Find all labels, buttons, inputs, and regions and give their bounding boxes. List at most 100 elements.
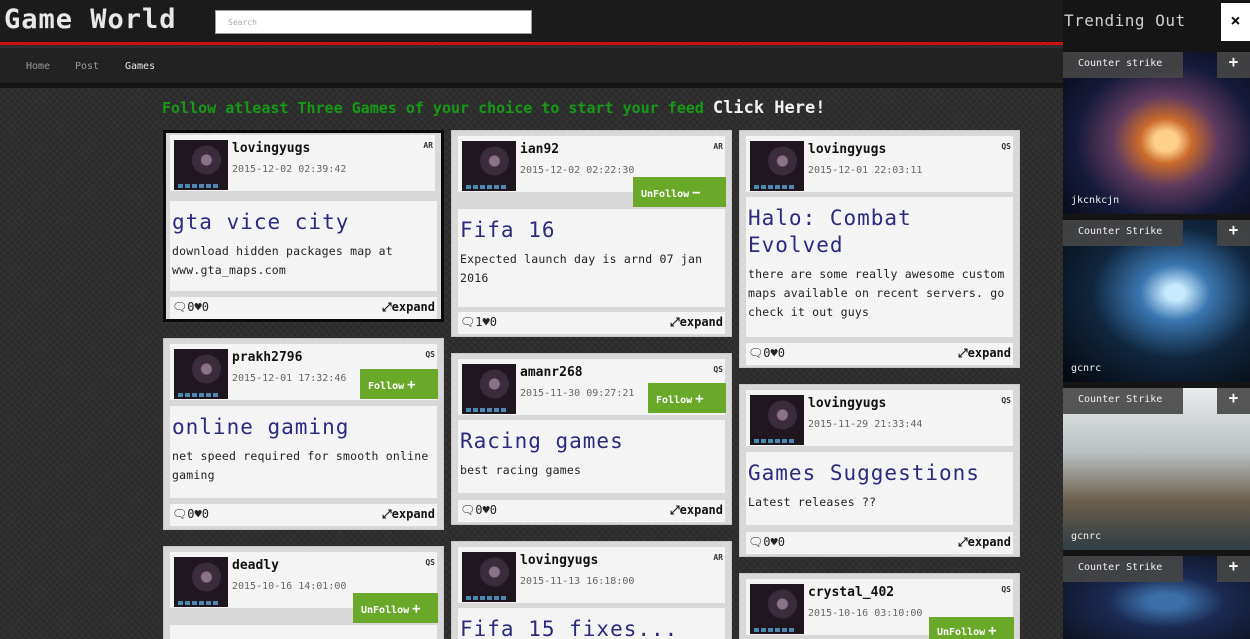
banner-text: Follow atleast Three Games of your choic… bbox=[162, 99, 704, 117]
post-footer: 🗨0♥0 ⤢expand bbox=[458, 500, 725, 522]
game-thumbnail bbox=[750, 141, 804, 191]
trending-item[interactable]: Counter Strike + gcnrc bbox=[1063, 388, 1250, 550]
post-title[interactable]: Racing games bbox=[460, 428, 723, 455]
search-input[interactable] bbox=[215, 10, 532, 34]
unfollow-button[interactable]: UnFollow + bbox=[353, 593, 438, 623]
post-header: lovingyugs 2015-11-29 21:33:44 QS bbox=[746, 390, 1013, 446]
expand-button[interactable]: ⤢expand bbox=[958, 535, 1011, 550]
post-username[interactable]: lovingyugs bbox=[808, 142, 886, 157]
post-footer: 🗨0♥0 ⤢expand bbox=[746, 532, 1013, 554]
plus-icon[interactable]: + bbox=[1217, 220, 1250, 246]
post-username[interactable]: lovingyugs bbox=[808, 396, 886, 411]
post-tag: AR bbox=[713, 142, 723, 151]
comment-icon[interactable]: 🗨 bbox=[172, 507, 187, 521]
post-username[interactable]: ian92 bbox=[520, 142, 559, 157]
unfollow-button[interactable]: UnFollow + bbox=[929, 617, 1014, 639]
post-title[interactable]: gta vice city bbox=[172, 209, 435, 236]
expand-button[interactable]: ⤢expand bbox=[670, 503, 723, 518]
comment-icon[interactable]: 🗨 bbox=[172, 300, 187, 314]
post-stats: 🗨0♥0 bbox=[460, 503, 497, 517]
unfollow-button[interactable]: UnFollow − bbox=[633, 177, 726, 207]
plus-icon[interactable]: + bbox=[1217, 52, 1250, 78]
banner-link[interactable]: Click Here! bbox=[713, 98, 826, 118]
post-timestamp: 2015-12-02 02:39:42 bbox=[232, 164, 347, 175]
post-body: Fifa 16 Expected launch day is arnd 07 j… bbox=[458, 209, 725, 307]
post-tag: QS bbox=[1001, 396, 1011, 405]
trending-item[interactable]: Counter Strike + gcnrc bbox=[1063, 220, 1250, 382]
expand-button[interactable]: ⤢expand bbox=[382, 300, 435, 315]
post-username[interactable]: lovingyugs bbox=[232, 141, 310, 156]
expand-button[interactable]: ⤢expand bbox=[670, 315, 723, 330]
game-thumbnail bbox=[174, 557, 228, 607]
post-card[interactable]: ian92 2015-12-02 02:22:30 AR UnFollow − F… bbox=[451, 130, 732, 337]
trending-label: Counter Strike bbox=[1063, 220, 1183, 246]
post-username[interactable]: deadly bbox=[232, 558, 279, 573]
post-title[interactable]: Fifa 16 bbox=[460, 217, 723, 244]
follow-button[interactable]: Follow + bbox=[648, 383, 726, 413]
post-header: lovingyugs 2015-11-13 16:18:00 AR bbox=[458, 547, 725, 603]
comment-icon[interactable]: 🗨 bbox=[460, 315, 475, 329]
post-card[interactable]: lovingyugs 2015-12-01 22:03:11 QS Halo: … bbox=[739, 130, 1020, 368]
trending-label: Counter strike bbox=[1063, 52, 1183, 78]
comment-icon[interactable]: 🗨 bbox=[748, 535, 763, 549]
close-icon[interactable]: × bbox=[1221, 3, 1250, 41]
trending-sidebar: Trending Out × Counter strike + jkcnkcjn… bbox=[1063, 0, 1250, 639]
post-card[interactable]: lovingyugs 2015-11-13 16:18:00 AR Fifa 1… bbox=[451, 541, 732, 639]
post-tag: AR bbox=[713, 553, 723, 562]
heart-icon[interactable]: ♥ bbox=[482, 315, 489, 329]
post-stats: 🗨0♥0 bbox=[172, 507, 209, 521]
post-title[interactable]: Games Suggestions bbox=[748, 460, 1011, 487]
post-stats: 🗨0♥0 bbox=[748, 535, 785, 549]
post-card[interactable]: lovingyugs 2015-11-29 21:33:44 QS Games … bbox=[739, 384, 1020, 557]
plus-icon: + bbox=[412, 601, 421, 617]
game-thumbnail bbox=[174, 140, 228, 190]
heart-icon[interactable]: ♥ bbox=[194, 300, 201, 314]
expand-icon: ⤢ bbox=[382, 300, 392, 314]
game-thumbnail bbox=[462, 364, 516, 414]
heart-icon[interactable]: ♥ bbox=[770, 346, 777, 360]
unfollow-label: UnFollow bbox=[937, 627, 986, 638]
post-card[interactable]: deadly 2015-10-16 14:01:00 QS UnFollow + bbox=[163, 546, 444, 639]
expand-button[interactable]: ⤢expand bbox=[382, 507, 435, 522]
post-footer: 🗨0♥0 ⤢expand bbox=[170, 504, 437, 526]
heart-icon[interactable]: ♥ bbox=[482, 503, 489, 517]
post-body: Games Suggestions Latest releases ?? bbox=[746, 452, 1013, 525]
post-timestamp: 2015-11-30 09:27:21 bbox=[520, 388, 635, 399]
unfollow-label: UnFollow bbox=[641, 189, 690, 200]
post-timestamp: 2015-12-01 17:32:46 bbox=[232, 373, 347, 384]
post-title[interactable]: Halo: Combat Evolved bbox=[748, 205, 1011, 259]
trending-item[interactable]: Counter Strike + bbox=[1063, 556, 1250, 639]
expand-label: expand bbox=[967, 346, 1011, 360]
nav-home[interactable]: Home bbox=[26, 61, 50, 72]
post-card[interactable]: lovingyugs 2015-12-02 02:39:42 AR gta vi… bbox=[163, 130, 444, 322]
site-logo[interactable]: Game World bbox=[4, 4, 177, 35]
post-username[interactable]: prakh2796 bbox=[232, 350, 302, 365]
follow-button[interactable]: Follow + bbox=[360, 369, 438, 399]
expand-label: expand bbox=[679, 315, 723, 329]
post-tag: QS bbox=[713, 365, 723, 374]
expand-button[interactable]: ⤢expand bbox=[958, 346, 1011, 361]
top-bar: Game World bbox=[0, 0, 1063, 45]
heart-icon[interactable]: ♥ bbox=[194, 507, 201, 521]
nav-post[interactable]: Post bbox=[75, 61, 99, 72]
like-count: 0 bbox=[201, 507, 209, 521]
post-title[interactable]: Fifa 15 fixes... bbox=[460, 616, 723, 639]
post-username[interactable]: crystal_402 bbox=[808, 585, 894, 600]
post-card[interactable]: amanr268 2015-11-30 09:27:21 QS Follow + … bbox=[451, 353, 732, 525]
expand-icon: ⤢ bbox=[670, 503, 680, 517]
plus-icon[interactable]: + bbox=[1217, 556, 1250, 582]
comment-icon[interactable]: 🗨 bbox=[748, 346, 763, 360]
expand-icon: ⤢ bbox=[382, 507, 392, 521]
plus-icon[interactable]: + bbox=[1217, 388, 1250, 414]
post-title[interactable]: online gaming bbox=[172, 414, 435, 441]
trending-item[interactable]: Counter strike + jkcnkcjn bbox=[1063, 52, 1250, 214]
post-card[interactable]: prakh2796 2015-12-01 17:32:46 QS Follow +… bbox=[163, 338, 444, 530]
comment-icon[interactable]: 🗨 bbox=[460, 503, 475, 517]
trending-caption: gcnrc bbox=[1071, 363, 1102, 374]
post-card[interactable]: crystal_402 2015-10-16 03:10:00 QS UnFol… bbox=[739, 573, 1020, 639]
post-username[interactable]: lovingyugs bbox=[520, 553, 598, 568]
post-username[interactable]: amanr268 bbox=[520, 365, 583, 380]
game-thumbnail bbox=[750, 584, 804, 634]
heart-icon[interactable]: ♥ bbox=[770, 535, 777, 549]
nav-games[interactable]: Games bbox=[125, 61, 155, 72]
